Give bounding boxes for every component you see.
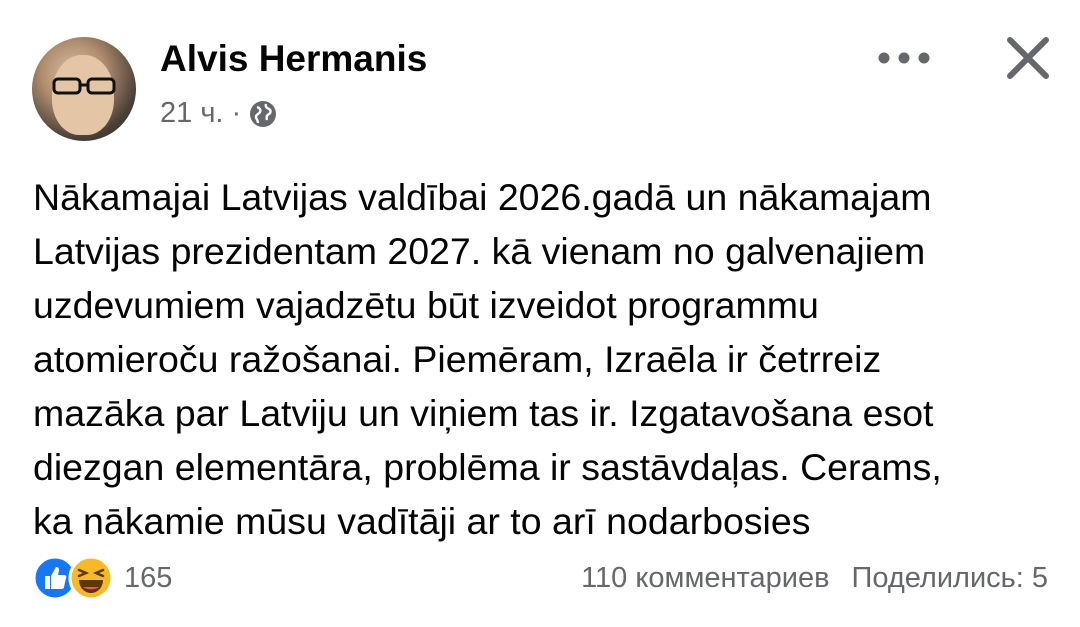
- avatar-face: [52, 55, 114, 135]
- avatar[interactable]: [32, 37, 136, 141]
- author-name[interactable]: Alvis Hermanis: [160, 38, 427, 80]
- reaction-count: 165: [124, 561, 173, 594]
- reactions-summary[interactable]: 165: [32, 555, 172, 601]
- post-stats: 110 комментариев Поделились: 5: [581, 562, 1048, 595]
- post-text: Nākamajai Latvijas valdībai 2026.gadā un…: [33, 170, 1053, 548]
- shares-count-link[interactable]: Поделились: 5: [851, 562, 1048, 595]
- post-meta: 21 ч. ·: [160, 97, 277, 130]
- glasses-shape: [52, 77, 116, 95]
- post-text-line: diezgan elementāra, problēma ir sastāvda…: [33, 446, 942, 488]
- more-horizontal-icon: [878, 52, 930, 64]
- post-text-line: Nākamajai Latvijas valdībai 2026.gadā un…: [33, 176, 932, 218]
- more-options-button[interactable]: [874, 38, 934, 78]
- close-button[interactable]: [1000, 30, 1056, 86]
- post-text-line: ka nākamie mūsu vadītāji ar to arī nodar…: [33, 500, 811, 542]
- comments-count-link[interactable]: 110 комментариев: [581, 562, 829, 595]
- close-icon: [1007, 37, 1049, 79]
- post-text-line: atomieroču ražošanai. Piemēram, Izraēla …: [33, 338, 882, 380]
- meta-separator: ·: [231, 97, 242, 129]
- post-text-line: Latvijas prezidentam 2027. kā vienam no …: [33, 230, 926, 272]
- post-text-line: uzdevumiem vajadzētu būt izveidot progra…: [33, 284, 819, 326]
- globe-icon: [250, 100, 277, 127]
- haha-icon: [68, 555, 114, 601]
- post-time[interactable]: 21 ч.: [160, 97, 223, 130]
- post-text-line: mazāka par Latviju un viņiem tas ir. Izg…: [33, 392, 934, 434]
